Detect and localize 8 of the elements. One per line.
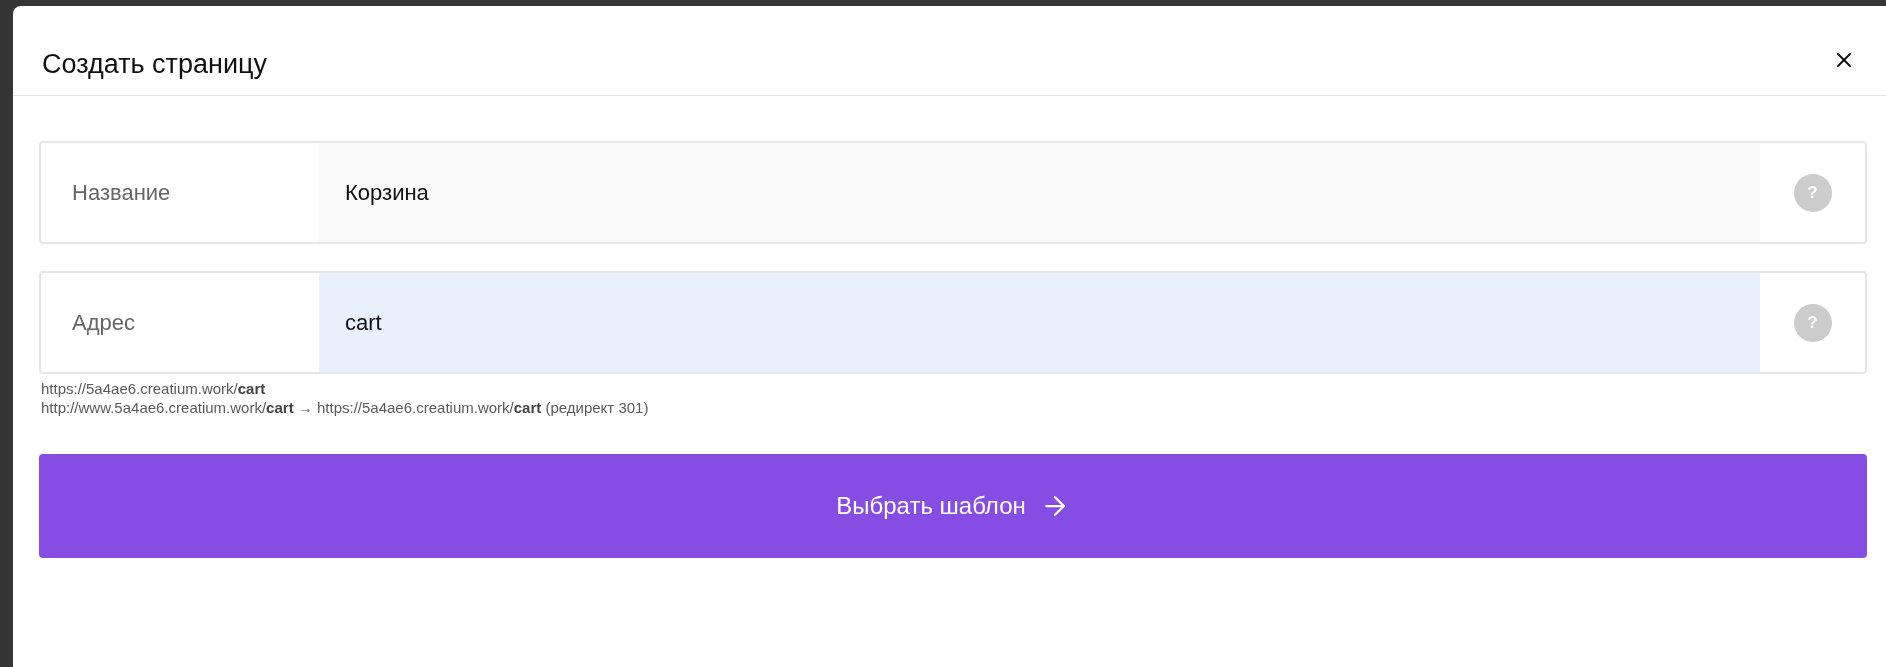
field-label: Название: [72, 179, 171, 206]
dialog-title: Создать страницу: [42, 48, 267, 80]
input-field[interactable]: Корзина: [319, 143, 1760, 242]
choose-template-button[interactable]: Выбрать шаблон: [39, 454, 1867, 558]
url-hint: http://www.5a4ae6.creatium.work/cart → https://5a4ae6.creatium.work/cart (редирект 301): [41, 398, 649, 417]
url-hint: https://5a4ae6.creatium.work/cart: [41, 379, 266, 398]
field-label: Адрес: [72, 309, 135, 336]
input-field[interactable]: cart: [319, 273, 1760, 372]
